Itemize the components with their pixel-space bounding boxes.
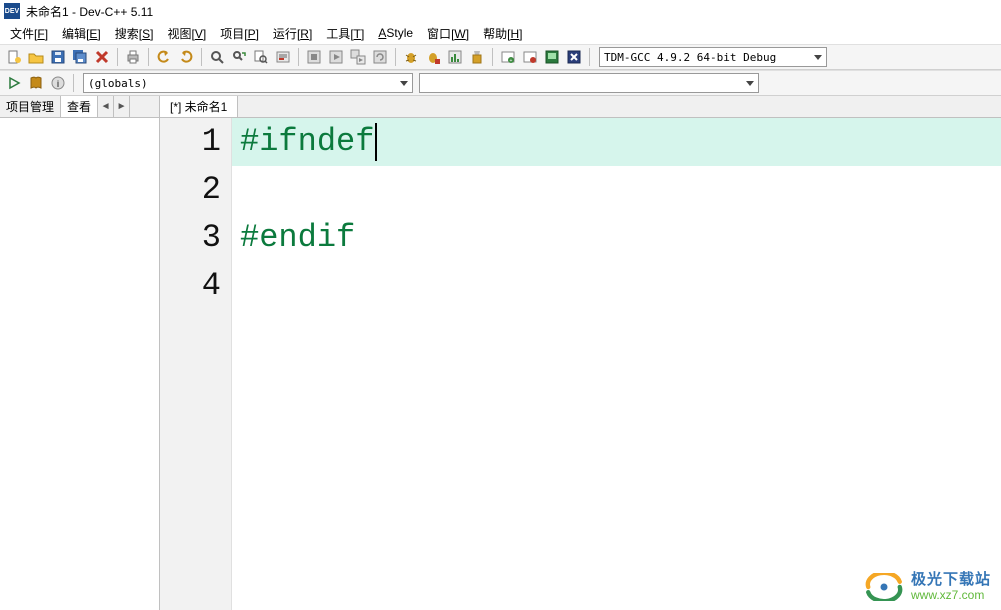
project-options-icon[interactable]	[520, 47, 540, 67]
compile-icon[interactable]	[304, 47, 324, 67]
sidebar-tab-scroll-right[interactable]: ►	[114, 96, 130, 117]
menu-run[interactable]: 运行[R]	[267, 23, 318, 44]
save-icon[interactable]	[48, 47, 68, 67]
code-area[interactable]: 1234 #ifndef#endif	[160, 118, 1001, 610]
toolbar-separator	[73, 74, 74, 92]
replace-icon[interactable]	[229, 47, 249, 67]
new-project-icon[interactable]: +	[498, 47, 518, 67]
globals-combobox[interactable]: (globals)	[83, 73, 413, 93]
help-book-icon[interactable]	[26, 73, 46, 93]
functions-combobox[interactable]	[419, 73, 759, 93]
editor-tab-file1[interactable]: [*] 未命名1	[160, 96, 238, 117]
menu-view[interactable]: 视图[V]	[161, 23, 212, 44]
app-icon: DEV	[4, 3, 20, 19]
run-icon[interactable]	[326, 47, 346, 67]
svg-text:+: +	[510, 58, 513, 64]
window-title: 未命名1 - Dev-C++ 5.11	[26, 3, 153, 20]
menu-astyle[interactable]: AStyle	[372, 24, 419, 42]
watermark-url: www.xz7.com	[911, 589, 984, 602]
compile-run-icon[interactable]	[348, 47, 368, 67]
redo-icon[interactable]	[176, 47, 196, 67]
open-folder-icon[interactable]	[26, 47, 46, 67]
menu-project[interactable]: 项目[P]	[214, 23, 265, 44]
menu-edit[interactable]: 编辑[E]	[56, 23, 107, 44]
watermark: 极光下载站 www.xz7.com	[863, 572, 991, 602]
sidebar: 项目管理 查看 ◄ ►	[0, 96, 160, 610]
watermark-logo-icon	[863, 573, 905, 601]
title-bar: DEV 未命名1 - Dev-C++ 5.11	[0, 0, 1001, 22]
find-icon[interactable]	[207, 47, 227, 67]
clean-icon[interactable]	[467, 47, 487, 67]
menu-help[interactable]: 帮助[H]	[477, 23, 528, 44]
save-all-icon[interactable]	[70, 47, 90, 67]
toolbar-separator	[117, 48, 118, 66]
find-in-files-icon[interactable]	[251, 47, 271, 67]
close-icon[interactable]	[92, 47, 112, 67]
new-file-icon[interactable]	[4, 47, 24, 67]
sidebar-tab-scroll-left[interactable]: ◄	[98, 96, 114, 117]
sidebar-tabs: 项目管理 查看 ◄ ►	[0, 96, 159, 118]
environment-options-icon[interactable]	[542, 47, 562, 67]
svg-text:i: i	[57, 79, 60, 89]
menu-window[interactable]: 窗口[W]	[421, 23, 475, 44]
line-number-gutter: 1234	[160, 118, 232, 610]
editor-tabs: [*] 未命名1	[160, 96, 1001, 118]
editor-pane: [*] 未命名1 1234 #ifndef#endif 极光下载站 www.xz…	[160, 96, 1001, 610]
toolbar-secondary: i (globals)	[0, 70, 1001, 96]
menu-file[interactable]: 文件[F]	[4, 23, 54, 44]
workspace: 项目管理 查看 ◄ ► [*] 未命名1 1234 #ifndef#endif …	[0, 96, 1001, 610]
menu-tools[interactable]: 工具[T]	[320, 23, 370, 44]
toolbar-main: + TDM-GCC 4.9.2 64-bit Debug	[0, 44, 1001, 70]
sidebar-content	[0, 118, 159, 610]
goto-line-icon[interactable]	[273, 47, 293, 67]
toolbar-separator	[148, 48, 149, 66]
debug-icon[interactable]	[401, 47, 421, 67]
menu-bar: 文件[F] 编辑[E] 搜索[S] 视图[V] 项目[P] 运行[R] 工具[T…	[0, 22, 1001, 44]
watermark-title: 极光下载站	[911, 572, 991, 589]
print-icon[interactable]	[123, 47, 143, 67]
menu-search[interactable]: 搜索[S]	[109, 23, 160, 44]
sidebar-tab-project[interactable]: 项目管理	[0, 96, 61, 117]
toolbar-separator	[589, 48, 590, 66]
debug-stop-icon[interactable]	[423, 47, 443, 67]
toolbar-separator	[395, 48, 396, 66]
debug-play-icon[interactable]	[4, 73, 24, 93]
toolbar-separator	[201, 48, 202, 66]
compiler-options-icon[interactable]	[564, 47, 584, 67]
code-text[interactable]: #ifndef#endif	[232, 118, 1001, 610]
rebuild-icon[interactable]	[370, 47, 390, 67]
toolbar-separator	[492, 48, 493, 66]
undo-icon[interactable]	[154, 47, 174, 67]
profile-icon[interactable]	[445, 47, 465, 67]
sidebar-tab-view[interactable]: 查看	[61, 96, 98, 117]
toolbar-separator	[298, 48, 299, 66]
about-icon[interactable]: i	[48, 73, 68, 93]
compiler-combobox[interactable]: TDM-GCC 4.9.2 64-bit Debug	[599, 47, 827, 67]
